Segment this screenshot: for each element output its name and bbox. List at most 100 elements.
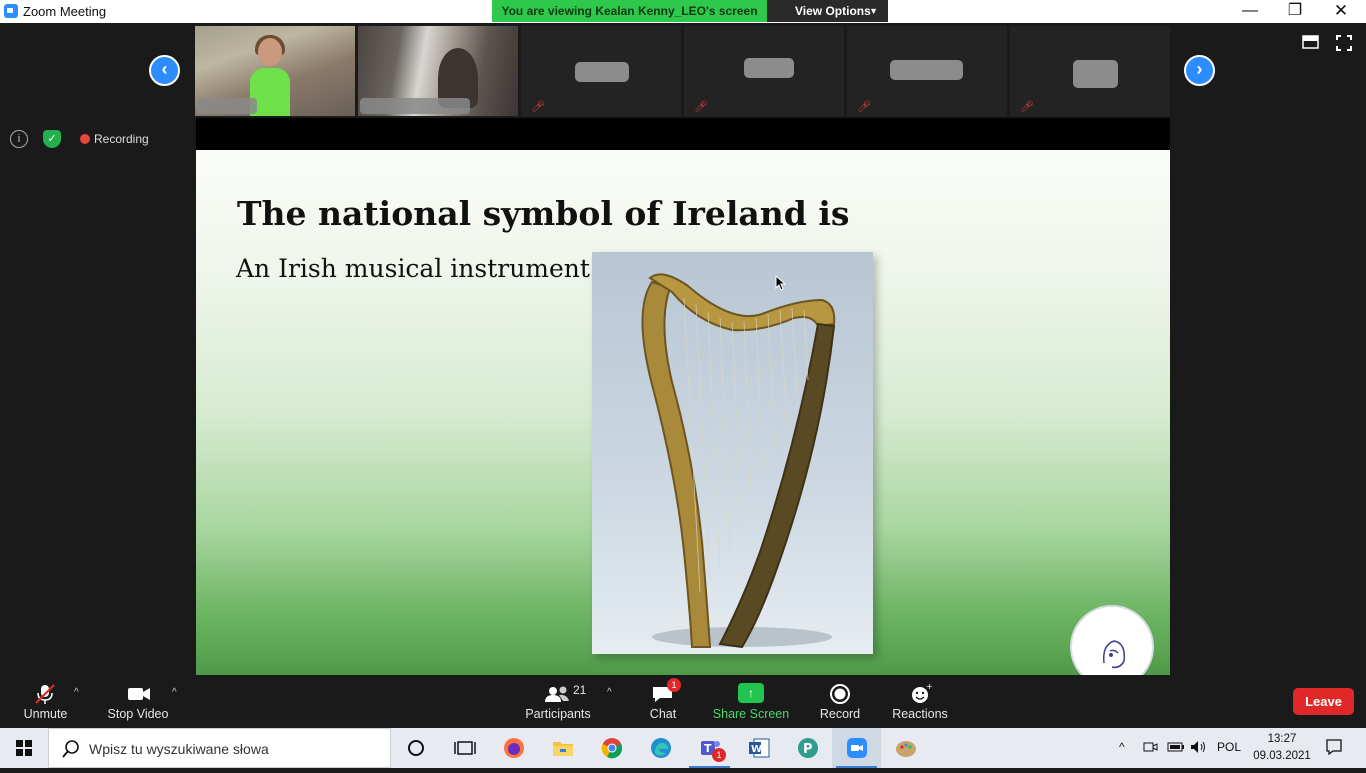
task-view-button[interactable] (440, 728, 489, 768)
participant-name-redacted (744, 58, 794, 78)
edge-icon (651, 738, 671, 758)
muted-mic-icon: 🎤︎ (694, 101, 708, 113)
participants-count: 21 (573, 683, 587, 697)
record-icon (812, 683, 868, 705)
harp-image (592, 252, 873, 654)
participants-caret-icon[interactable]: ^ (607, 687, 612, 698)
leo-academy-logo (1070, 605, 1154, 675)
action-center-icon[interactable] (1325, 738, 1343, 759)
taskbar-pinterest-app[interactable]: P (783, 728, 832, 768)
windows-logo-icon (16, 740, 32, 756)
pinterest-icon: P (798, 738, 818, 758)
next-page-button[interactable]: › (1184, 55, 1215, 86)
taskbar-file-explorer[interactable] (538, 728, 587, 768)
taskbar-paint[interactable] (881, 728, 930, 768)
system-clock[interactable]: 13:27 09.03.2021 (1252, 731, 1312, 765)
slide-subtitle: An Irish musical instrument (236, 254, 590, 283)
word-icon: W (749, 738, 770, 758)
taskbar-teams[interactable]: T 1 (685, 728, 734, 768)
search-icon (62, 740, 79, 758)
taskbar-zoom[interactable] (832, 728, 881, 768)
start-button[interactable] (0, 728, 48, 768)
leave-meeting-button[interactable]: Leave (1293, 688, 1354, 715)
cortana-circle-icon (408, 740, 424, 756)
restore-button[interactable]: ❐ (1272, 0, 1318, 23)
fullscreen-icon[interactable] (1336, 35, 1352, 55)
svg-text:T: T (704, 742, 712, 755)
meeting-info-icon[interactable]: i (10, 130, 28, 148)
chat-label: Chat (649, 707, 677, 721)
taskbar-firefox[interactable] (489, 728, 538, 768)
taskbar-chrome[interactable] (587, 728, 636, 768)
video-options-caret-icon[interactable]: ^ (172, 687, 177, 698)
close-button[interactable]: ✕ (1318, 0, 1364, 23)
chevron-right-icon: › (1196, 59, 1203, 79)
participant-tile[interactable]: 🎤︎ (684, 26, 844, 116)
svg-text:W: W (751, 744, 762, 755)
meeting-toolbar: Unmute ^ Stop Video ^ Participants 21 ^ … (0, 675, 1366, 728)
layout-toggle-icon[interactable] (1302, 35, 1319, 53)
stop-video-button[interactable]: Stop Video (104, 675, 172, 728)
volume-icon[interactable] (1190, 740, 1208, 757)
svg-text:P: P (803, 742, 813, 757)
previous-page-button[interactable]: ‹ (149, 55, 180, 86)
participant-name-redacted (360, 98, 470, 114)
windows-taskbar: Wpisz tu wyszukiwane słowa T 1 W P ^ POL… (0, 728, 1366, 768)
stop-video-label: Stop Video (107, 707, 169, 721)
participants-label: Participants (525, 707, 591, 721)
encryption-shield-icon[interactable]: ✓ (43, 130, 61, 148)
window-title: Zoom Meeting (23, 4, 107, 19)
participant-tile[interactable]: 🎤︎ (1010, 26, 1170, 116)
clock-date: 09.03.2021 (1253, 750, 1311, 762)
taskbar-search-box[interactable]: Wpisz tu wyszukiwane słowa (48, 728, 391, 768)
firefox-icon (504, 738, 524, 758)
record-label: Record (819, 707, 861, 721)
video-camera-icon (104, 683, 172, 705)
show-hidden-icons-icon[interactable]: ^ (1119, 740, 1125, 754)
viewing-screen-banner: You are viewing Kealan Kenny_LEO's scree… (492, 0, 767, 22)
recording-dot-icon (80, 134, 90, 144)
slide-title: The national symbol of Ireland is (237, 194, 850, 233)
svg-text:+: + (926, 683, 933, 691)
chat-button[interactable]: 1 Chat (640, 675, 686, 728)
view-options-label: View Options (795, 4, 871, 18)
task-view-icon (454, 741, 476, 755)
audio-options-caret-icon[interactable]: ^ (74, 687, 79, 698)
participant-name-redacted (575, 62, 629, 82)
participant-tile[interactable]: 🎤︎ (847, 26, 1007, 116)
muted-mic-icon: 🎤︎ (1020, 101, 1034, 113)
teams-notification-badge: 1 (712, 748, 726, 762)
meet-now-icon[interactable] (1143, 740, 1159, 757)
share-screen-arrow-icon: ↑ (738, 683, 764, 703)
chrome-icon (601, 738, 622, 759)
participant-name-redacted (890, 60, 963, 80)
reactions-label: Reactions (892, 707, 948, 721)
participant-video-tile[interactable] (358, 26, 518, 116)
muted-microphone-icon (14, 683, 77, 705)
unmute-button[interactable]: Unmute (14, 675, 77, 728)
participant-name-redacted (1073, 60, 1118, 88)
search-placeholder: Wpisz tu wyszukiwane słowa (89, 741, 269, 757)
muted-mic-icon: 🎤︎ (857, 101, 871, 113)
input-language-indicator[interactable]: POL (1217, 740, 1241, 754)
battery-power-icon[interactable] (1167, 740, 1185, 757)
reactions-button[interactable]: + Reactions (889, 675, 951, 728)
unmute-label: Unmute (23, 707, 68, 721)
folder-icon (553, 742, 573, 756)
share-screen-label: Share Screen (712, 707, 790, 721)
participant-tile[interactable]: 🎤︎ (521, 26, 681, 116)
taskbar-word[interactable]: W (734, 728, 783, 768)
cortana-button[interactable] (391, 728, 440, 768)
participant-name-redacted (197, 98, 257, 114)
zoom-app-icon (4, 4, 18, 18)
minimize-button[interactable]: — (1227, 0, 1273, 23)
shared-screen-letterbox (196, 118, 1170, 150)
taskbar-edge[interactable] (636, 728, 685, 768)
record-button[interactable]: Record (812, 675, 868, 728)
mouse-cursor-icon (775, 274, 787, 291)
view-options-button[interactable]: View Options ▼ (767, 0, 888, 22)
chevron-down-icon: ▼ (869, 6, 878, 16)
share-screen-button[interactable]: ↑ Share Screen (712, 675, 790, 728)
muted-mic-icon: 🎤︎ (531, 101, 545, 113)
participant-video-tile[interactable] (195, 26, 355, 116)
